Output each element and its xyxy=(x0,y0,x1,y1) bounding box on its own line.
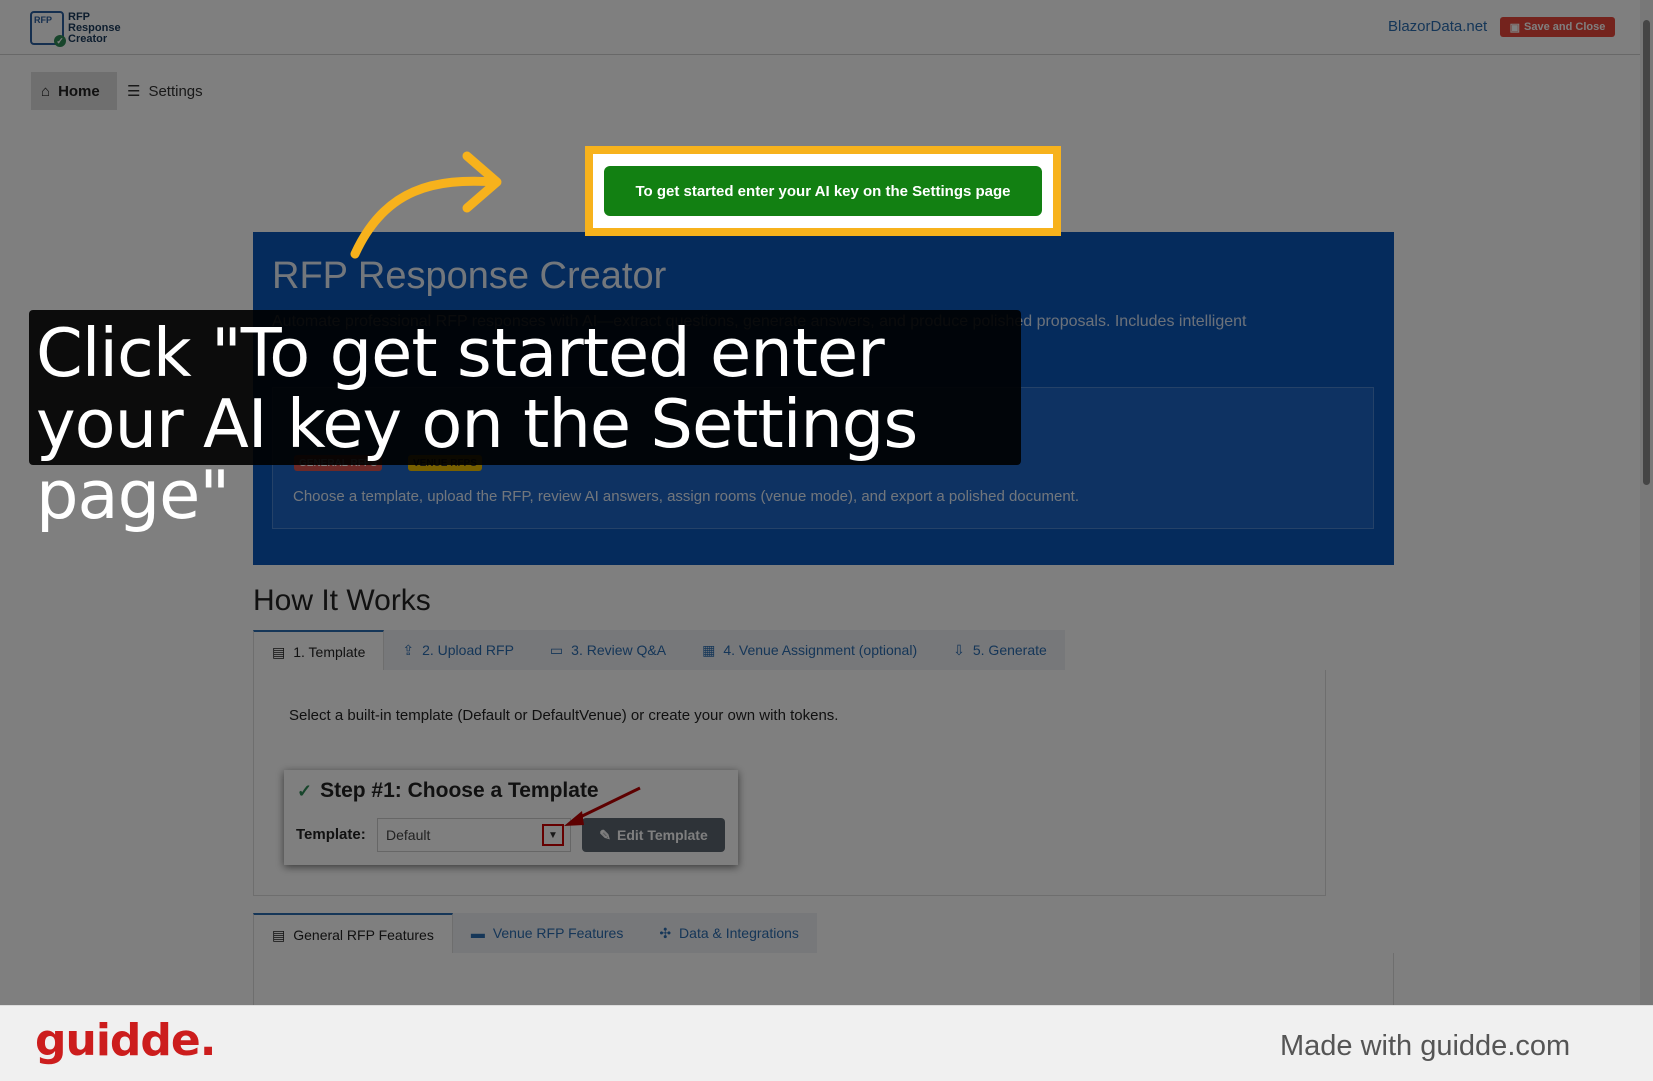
made-with-text[interactable]: Made with guidde.com xyxy=(1280,1030,1570,1063)
curved-arrow-annotation xyxy=(350,151,502,259)
guidde-logo[interactable]: guidde. xyxy=(35,1015,216,1066)
instruction-text: Click "To get started enter your AI key … xyxy=(36,314,918,534)
get-started-button[interactable]: To get started enter your AI key on the … xyxy=(604,166,1042,216)
